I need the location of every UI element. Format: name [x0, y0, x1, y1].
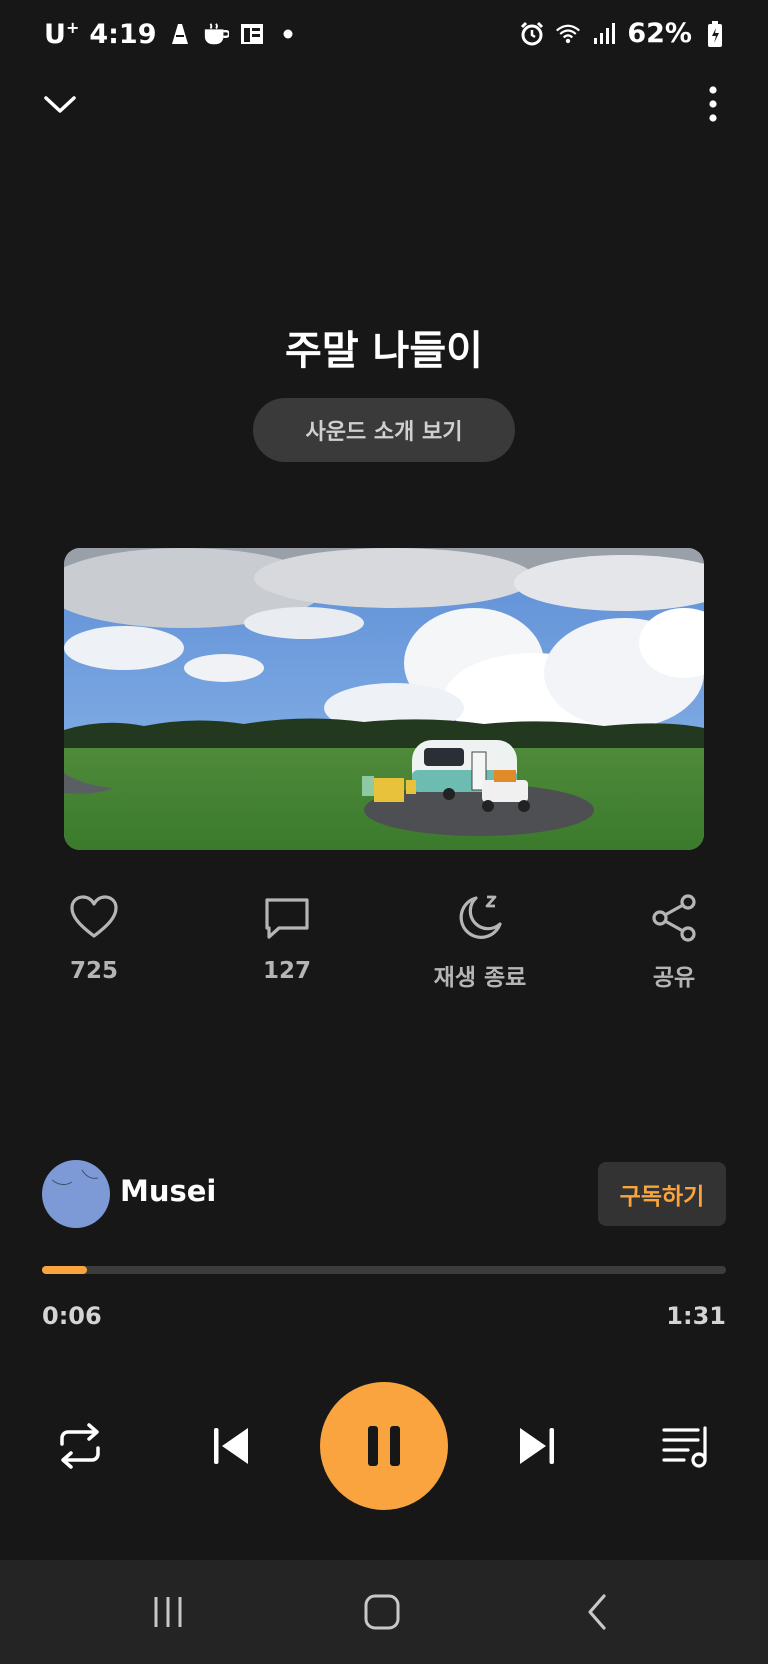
wifi-icon [555, 19, 581, 49]
notification-icon [167, 19, 193, 49]
progress-fill [42, 1266, 88, 1274]
like-button[interactable]: 725 [14, 892, 174, 984]
dot-icon [275, 19, 301, 49]
subscribe-button[interactable]: 구독하기 [598, 1162, 726, 1226]
playlist-icon [662, 1426, 707, 1468]
pause-button[interactable] [320, 1382, 448, 1510]
status-right: 62% [519, 18, 728, 49]
recent-apps-button[interactable] [138, 1590, 198, 1634]
playback-controls [0, 1380, 768, 1510]
total-time: 1:31 [666, 1302, 726, 1330]
repeat-icon [60, 1423, 100, 1469]
repeat-button[interactable] [50, 1416, 110, 1476]
battery-percent: 62% [627, 18, 692, 49]
next-button[interactable] [508, 1416, 568, 1476]
skip-next-icon [520, 1428, 554, 1464]
artist-avatar[interactable] [42, 1160, 110, 1228]
status-left: U+ 4:19 [44, 18, 301, 50]
action-row: 725 127 재생 종료 공유 [0, 892, 768, 1002]
share-label: 공유 [652, 965, 696, 991]
artist-name[interactable]: Musei [120, 1174, 216, 1208]
status-bar: U+ 4:19 62% [0, 0, 768, 76]
share-button[interactable]: 공유 [594, 892, 754, 992]
collapse-button[interactable] [40, 84, 80, 124]
playlist-button[interactable] [656, 1416, 716, 1476]
home-icon [364, 1594, 400, 1630]
more-vertical-icon [709, 86, 717, 122]
coffee-icon [203, 19, 229, 49]
back-icon [588, 1594, 606, 1630]
pause-icon [368, 1426, 400, 1466]
sound-intro-button[interactable]: 사운드 소개 보기 [253, 398, 515, 462]
like-count: 725 [69, 958, 118, 984]
share-icon [652, 894, 696, 942]
more-options-button[interactable] [698, 84, 728, 124]
artist-row: Musei 구독하기 [42, 1160, 726, 1230]
sleep-timer-button[interactable]: 재생 종료 [400, 892, 560, 992]
news-icon [239, 19, 265, 49]
comment-button[interactable]: 127 [207, 892, 367, 984]
chevron-down-icon [44, 96, 76, 113]
sound-title: 주말 나들이 [285, 328, 483, 374]
cover-image [64, 548, 704, 850]
system-navigation-bar [0, 1560, 768, 1664]
sleep-timer-label: 재생 종료 [433, 965, 527, 991]
skip-previous-icon [214, 1428, 248, 1464]
moon-icon [459, 895, 502, 939]
back-button[interactable] [568, 1590, 628, 1634]
clock: 4:19 [89, 18, 157, 50]
recent-apps-icon [154, 1597, 182, 1627]
carrier-label: U+ [44, 18, 80, 50]
previous-button[interactable] [200, 1416, 260, 1476]
alarm-icon [519, 19, 545, 49]
signal-icon [591, 19, 617, 49]
comment-icon [265, 898, 309, 939]
now-playing-screen: U+ 4:19 62% 주말 나들이 사운드 소개 보기 725 127 재생 … [0, 0, 768, 1664]
progress-bar[interactable] [42, 1266, 726, 1274]
elapsed-time: 0:06 [42, 1302, 102, 1330]
heart-icon [70, 895, 118, 938]
battery-icon [702, 19, 728, 49]
comment-count: 127 [262, 958, 311, 984]
home-button[interactable] [352, 1590, 412, 1634]
